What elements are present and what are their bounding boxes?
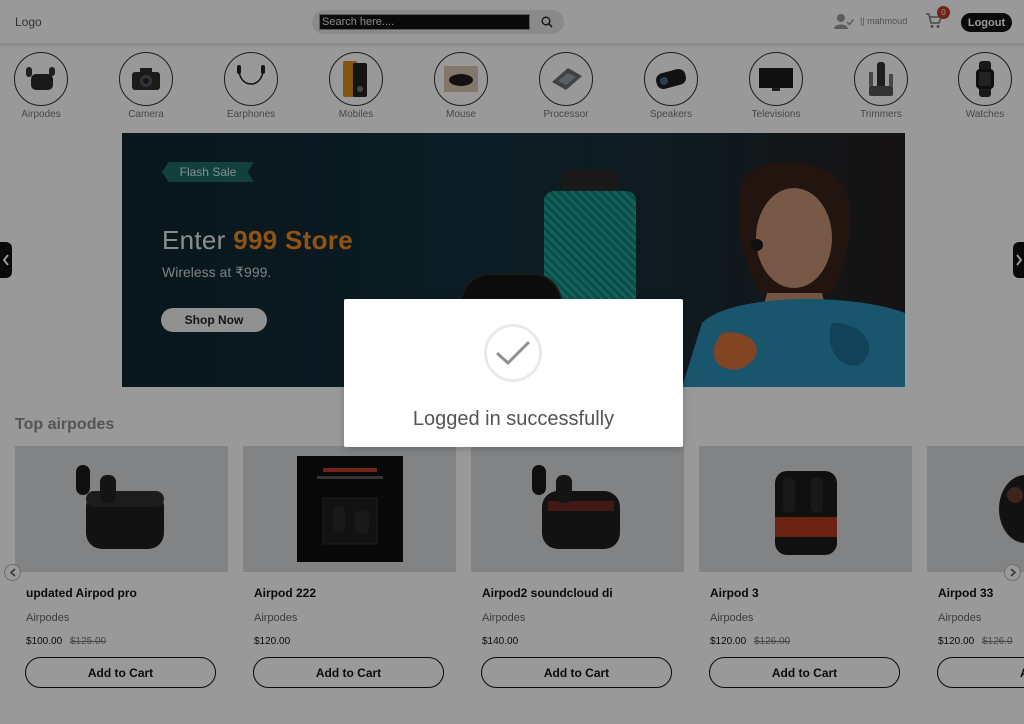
success-message: Logged in successfully — [412, 408, 615, 430]
success-dialog: Logged in successfully — [344, 299, 683, 447]
success-check-icon — [484, 324, 542, 382]
